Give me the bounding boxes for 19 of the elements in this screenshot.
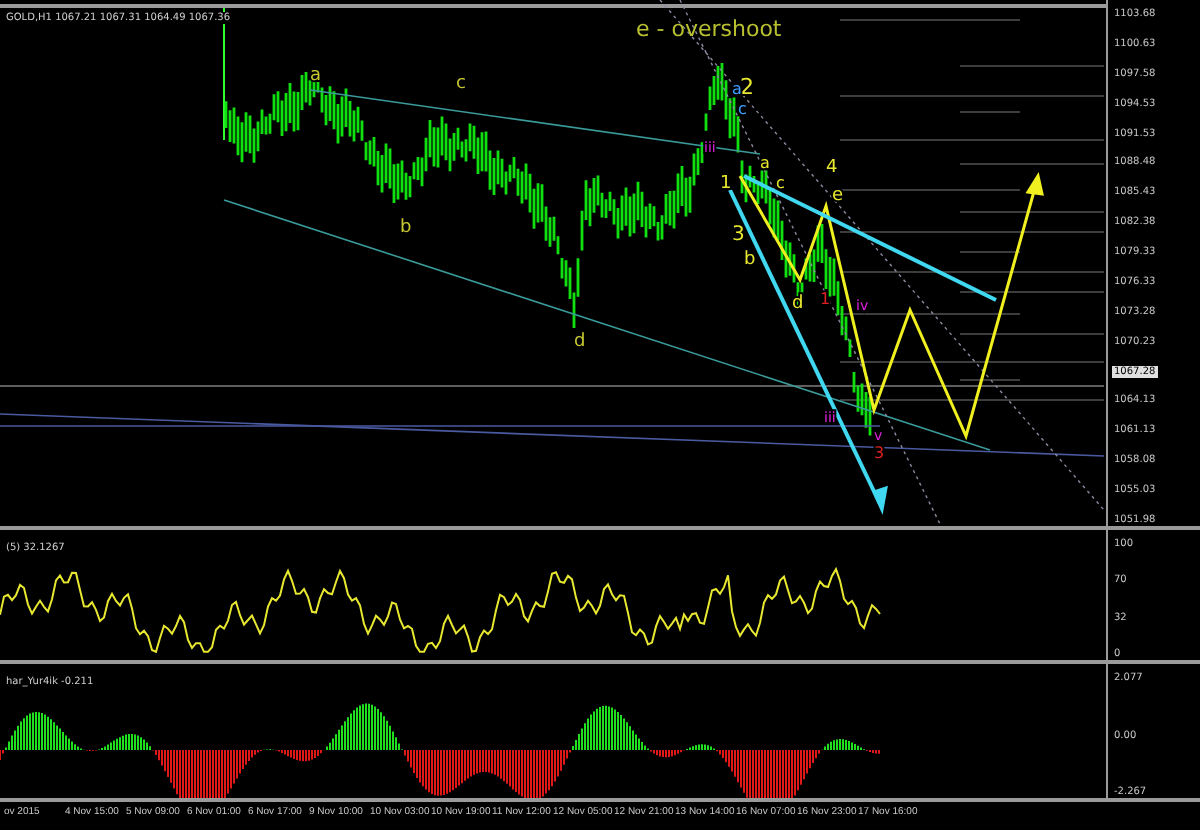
wave-label: d (792, 294, 804, 314)
chart-annotation: e - overshoot (636, 16, 782, 42)
wave-label: e (832, 186, 844, 206)
wave-label: c (738, 100, 747, 118)
wave-label: b (744, 250, 756, 270)
wave-label: 3 (732, 224, 745, 246)
wave-label: 4 (826, 158, 838, 178)
vertical-line (223, 7, 225, 141)
wave-label: a (732, 80, 742, 98)
wave-label: c (456, 74, 466, 94)
wave-label: a (310, 66, 322, 86)
wave-label: c (776, 174, 785, 192)
wave-label: a (760, 154, 770, 172)
wave-label: 1 (820, 290, 831, 308)
wave-label: 1 (720, 174, 732, 194)
wave-label: 2 (740, 74, 754, 100)
wave-label: 3 (874, 444, 885, 462)
wave-label: b (400, 218, 412, 238)
wave-label: d (574, 332, 586, 352)
